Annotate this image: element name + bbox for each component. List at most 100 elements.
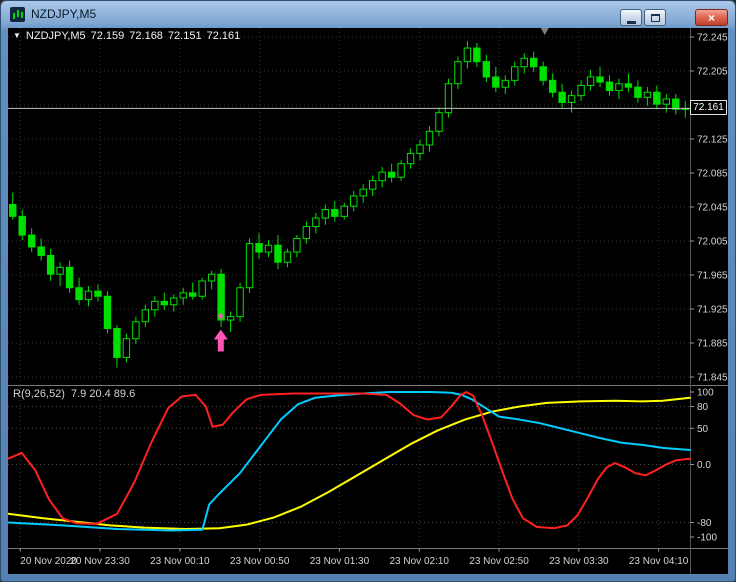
candle-body xyxy=(616,84,622,91)
candle-body xyxy=(549,80,555,92)
indicator-axis-label: 50 xyxy=(697,424,709,435)
candle-body xyxy=(436,113,442,132)
candle-body xyxy=(474,48,480,62)
candle-body xyxy=(568,96,574,103)
yellow-series-line xyxy=(8,398,690,529)
chart-window: NZDJPY,M5 × ★72.24572.20572.16572.12572.… xyxy=(0,0,736,582)
chart-client-area: ★72.24572.20572.16572.12572.08572.04572.… xyxy=(8,28,728,574)
indicator-values: 7.9 20.4 89.6 xyxy=(71,388,135,400)
low-value: 72.151 xyxy=(168,30,202,42)
candle-body xyxy=(85,291,91,300)
time-axis-label: 20 Nov 2020 xyxy=(20,556,77,567)
candle-body xyxy=(199,281,205,296)
price-axis-label: 72.005 xyxy=(697,237,728,248)
candle-body xyxy=(369,181,375,190)
indicator-name: R(9,26,52) xyxy=(13,388,65,400)
chart-header: ▼ NZDJPY,M5 72.159 72.168 72.151 72.161 xyxy=(13,30,245,42)
time-axis-label: 23 Nov 00:50 xyxy=(230,556,290,567)
time-axis-label: 23 Nov 03:30 xyxy=(549,556,609,567)
titlebar[interactable]: NZDJPY,M5 × xyxy=(1,1,735,28)
indicator-axis-label: 0.0 xyxy=(697,460,711,471)
candle-body xyxy=(540,67,546,81)
candle-body xyxy=(237,288,243,317)
candles xyxy=(10,41,689,367)
candle-body xyxy=(654,92,660,104)
restore-icon xyxy=(651,14,660,22)
candle-body xyxy=(417,145,423,154)
time-axis-label: 23 Nov 00:10 xyxy=(150,556,210,567)
close-value: 72.161 xyxy=(207,30,241,42)
close-button[interactable]: × xyxy=(695,9,728,26)
candle-body xyxy=(208,274,214,281)
candle-body xyxy=(322,210,328,219)
candle-body xyxy=(597,77,603,82)
star-marker-icon[interactable]: ★ xyxy=(216,312,225,323)
candle-body xyxy=(464,48,470,62)
candle-body xyxy=(606,82,612,91)
chart-window-icon xyxy=(10,7,25,22)
indicator-axis-label: 100 xyxy=(697,388,714,399)
chart-shift-marker-icon xyxy=(541,28,549,35)
candle-body xyxy=(57,267,63,274)
time-axis-label: 23 Nov 02:10 xyxy=(389,556,449,567)
candle-body xyxy=(114,329,120,358)
candle-body xyxy=(625,84,631,87)
time-axis[interactable]: 20 Nov 202020 Nov 23:30 23 Nov 00:10 23 No… xyxy=(20,549,689,568)
candle-body xyxy=(133,322,139,339)
candle-body xyxy=(303,227,309,239)
candle-body xyxy=(502,80,508,87)
grid xyxy=(8,28,690,549)
indicator-axis-label: -100 xyxy=(697,533,717,544)
candle-body xyxy=(123,339,129,358)
price-axis-label: 71.965 xyxy=(697,271,728,282)
open-value: 72.159 xyxy=(91,30,125,42)
candle-body xyxy=(246,244,252,288)
candle-body xyxy=(95,291,101,296)
red-series-line xyxy=(8,392,690,528)
candle-body xyxy=(398,164,404,178)
time-axis-label: 20 Nov 23:30 xyxy=(70,556,130,567)
candle-body xyxy=(332,210,338,217)
window-title: NZDJPY,M5 xyxy=(31,7,96,21)
symbol-label: NZDJPY,M5 xyxy=(26,30,86,42)
candle-body xyxy=(512,67,518,81)
minimize-icon xyxy=(627,21,636,24)
candle-body xyxy=(38,247,44,256)
restore-button[interactable] xyxy=(644,9,666,26)
candle-body xyxy=(351,196,357,206)
candle-body xyxy=(493,77,499,87)
candle-body xyxy=(587,77,593,86)
candle-body xyxy=(19,216,25,235)
bid-price-tag: 72.161 xyxy=(690,100,727,115)
candle-body xyxy=(635,87,641,97)
indicator-label: R(9,26,52) 7.9 20.4 89.6 xyxy=(13,388,141,400)
price-axis-label: 72.045 xyxy=(697,203,728,214)
candle-body xyxy=(190,293,196,296)
candle-body xyxy=(313,218,319,227)
time-axis-label: 23 Nov 02:50 xyxy=(469,556,529,567)
candle-body xyxy=(407,153,413,163)
candle-body xyxy=(531,58,537,67)
candle-body xyxy=(275,245,281,262)
indicator-axis-label: 80 xyxy=(697,402,709,413)
candle-body xyxy=(360,189,366,196)
candle-body xyxy=(256,244,262,253)
candle-body xyxy=(455,62,461,84)
price-axis-label: 71.885 xyxy=(697,339,728,350)
chevron-down-icon: ▼ xyxy=(13,31,21,40)
cyan-series-line xyxy=(8,392,690,530)
candle-body xyxy=(47,255,53,274)
buy-arrow-icon[interactable] xyxy=(214,329,228,351)
indicator-axis-label: -80 xyxy=(697,518,712,529)
candle-body xyxy=(104,296,110,328)
minimize-button[interactable] xyxy=(620,9,642,26)
candle-body xyxy=(76,288,82,300)
high-value: 72.168 xyxy=(129,30,163,42)
candle-body xyxy=(10,204,16,216)
price-axis-label: 72.205 xyxy=(697,67,728,78)
candle-body xyxy=(426,131,432,145)
candle-body xyxy=(673,99,679,109)
candle-body xyxy=(28,235,34,247)
chart-canvas[interactable]: ★72.24572.20572.16572.12572.08572.04572.… xyxy=(8,28,728,574)
candle-body xyxy=(180,293,186,298)
